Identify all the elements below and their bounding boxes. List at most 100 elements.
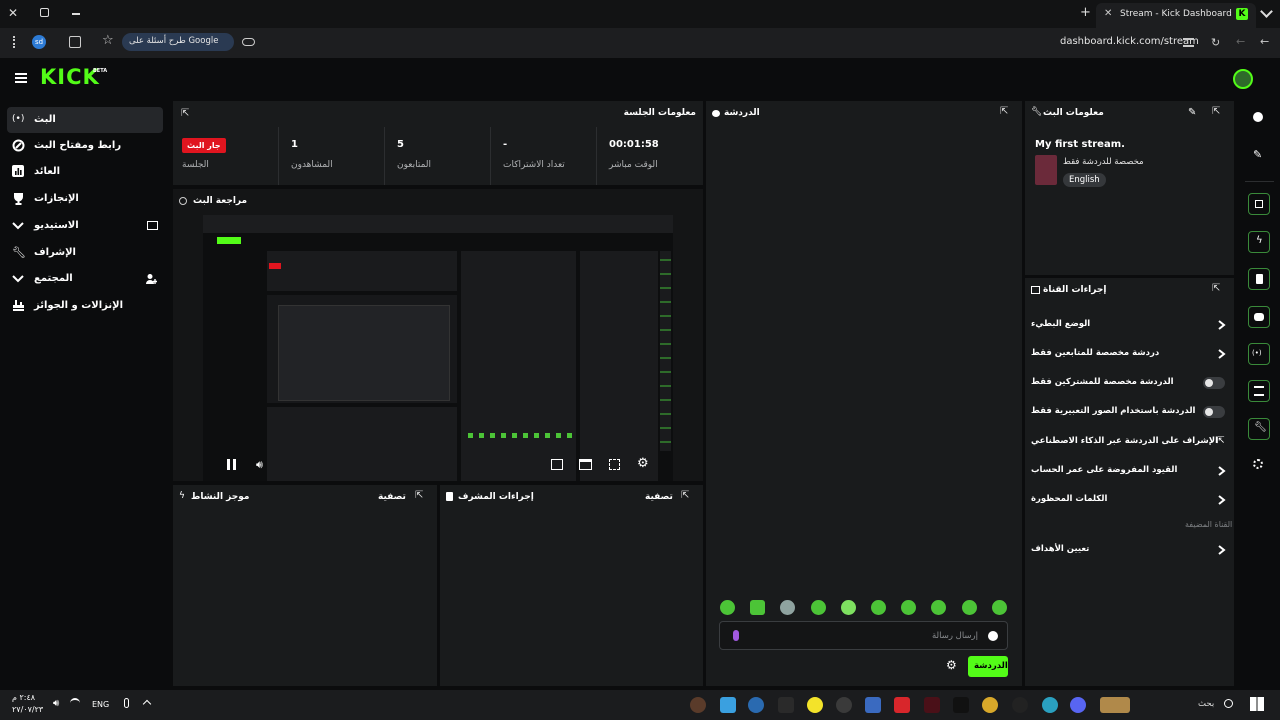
back-icon[interactable]: ← bbox=[1260, 35, 1269, 48]
expand-icon[interactable]: ⇱ bbox=[1212, 106, 1220, 117]
youtube-app-icon[interactable] bbox=[894, 697, 910, 713]
user-avatar[interactable] bbox=[1233, 69, 1253, 89]
hamburger-menu-icon[interactable] bbox=[15, 73, 27, 83]
slow-mode-row[interactable]: الوضع البطيء bbox=[1031, 311, 1227, 339]
expand-icon[interactable]: ⇱ bbox=[1000, 106, 1008, 117]
browser-tab[interactable]: ✕ Stream - Kick Dashboard K bbox=[1096, 3, 1256, 28]
sidebar-item-achievements[interactable]: الإنجازات bbox=[7, 186, 163, 212]
expand-icon[interactable]: ⇱ bbox=[415, 490, 423, 501]
volume-icon[interactable]: 🔊︎ bbox=[53, 698, 59, 709]
mic-icon[interactable] bbox=[733, 630, 739, 641]
emote-icon[interactable] bbox=[720, 600, 735, 615]
wifi-icon[interactable] bbox=[70, 698, 80, 708]
edge-browser-icon[interactable] bbox=[1042, 697, 1058, 713]
rail-button-chat[interactable] bbox=[1248, 306, 1270, 328]
profile-avatar[interactable]: sd bbox=[32, 35, 46, 49]
chat-send-button[interactable]: الدردشة bbox=[968, 656, 1008, 677]
window-minimize-button[interactable] bbox=[72, 13, 80, 15]
search-icon[interactable] bbox=[1224, 699, 1233, 708]
filter-button[interactable]: تصفية bbox=[378, 492, 406, 502]
rail-button-layout[interactable] bbox=[1248, 380, 1270, 402]
site-settings-icon[interactable] bbox=[242, 38, 255, 46]
google-search-chip[interactable]: طرح أسئلة على Google bbox=[122, 33, 234, 51]
rail-button-clip[interactable] bbox=[1248, 193, 1270, 215]
pause-icon[interactable] bbox=[227, 459, 236, 470]
emote-icon[interactable] bbox=[871, 600, 886, 615]
kick-logo[interactable]: KICK bbox=[40, 65, 100, 89]
volume-icon[interactable]: 🔊︎ bbox=[256, 458, 263, 472]
sidebar-item-stream-key[interactable]: رابط ومفتاح البث bbox=[7, 133, 163, 159]
obs-icon[interactable] bbox=[1012, 697, 1028, 713]
emote-icon[interactable] bbox=[750, 600, 765, 615]
expand-icon[interactable]: ⇱ bbox=[1212, 283, 1220, 294]
tune-icon[interactable] bbox=[1183, 38, 1194, 47]
tiktok-icon[interactable] bbox=[953, 697, 969, 713]
reload-icon[interactable]: ↻ bbox=[1211, 36, 1220, 49]
settings-gear-icon[interactable]: ⚙ bbox=[637, 456, 649, 471]
sidebar-item-revenue[interactable]: العائد bbox=[7, 159, 163, 185]
chat-input[interactable]: إرسال رسالة bbox=[719, 621, 1008, 650]
subscribers-only-toggle[interactable] bbox=[1203, 377, 1225, 389]
app-icon[interactable] bbox=[690, 697, 706, 713]
store-icon[interactable] bbox=[865, 697, 881, 713]
rail-button-doc[interactable] bbox=[1248, 268, 1270, 290]
new-tab-button[interactable]: + bbox=[1080, 5, 1091, 20]
edit-pencil-icon[interactable]: ✎ bbox=[1188, 107, 1196, 118]
game-app-icon[interactable] bbox=[1100, 697, 1130, 713]
forward-icon[interactable]: ← bbox=[1236, 35, 1245, 48]
window-close-button[interactable]: ✕ bbox=[8, 6, 18, 20]
edit-pencil-icon[interactable]: ✎ bbox=[1253, 148, 1262, 161]
apps-icon[interactable] bbox=[1253, 459, 1263, 469]
chat-settings-gear-icon[interactable]: ⚙ bbox=[946, 658, 957, 672]
rail-button-bolt[interactable]: ϟ bbox=[1248, 231, 1270, 253]
emote-icon[interactable] bbox=[811, 600, 826, 615]
sidebar-item-stream[interactable]: (•) البث bbox=[7, 107, 163, 133]
epic-games-icon[interactable] bbox=[778, 697, 794, 713]
expand-icon[interactable]: ⇱ bbox=[181, 108, 193, 120]
rail-button-broadcast[interactable]: (•) bbox=[1248, 343, 1270, 365]
pip-icon[interactable] bbox=[551, 459, 563, 470]
sidebar-item-community[interactable]: المجتمع bbox=[7, 266, 163, 292]
emoji-icon[interactable] bbox=[988, 631, 998, 641]
chrome-icon[interactable] bbox=[982, 697, 998, 713]
mic-icon[interactable] bbox=[124, 698, 129, 708]
address-url[interactable]: dashboard.kick.com/stream bbox=[1060, 36, 1199, 47]
emote-icon[interactable] bbox=[931, 600, 946, 615]
taskbar-search-label[interactable]: بحث bbox=[1198, 699, 1214, 709]
edge-app-icon[interactable] bbox=[748, 697, 764, 713]
files-app-icon[interactable] bbox=[720, 697, 736, 713]
emotes-only-toggle[interactable] bbox=[1203, 406, 1225, 418]
followers-only-row[interactable]: دردشة مخصصة للمتابعين فقط bbox=[1031, 340, 1227, 368]
account-age-row[interactable]: القيود المفروضة على عمر الحساب bbox=[1031, 457, 1227, 485]
bookmark-star-icon[interactable]: ☆ bbox=[102, 33, 114, 48]
emote-icon[interactable] bbox=[780, 600, 795, 615]
discord-icon[interactable] bbox=[1070, 697, 1086, 713]
ai-moderation-row[interactable]: الإشراف على الدردشة عبر الذكاء الاصطناعي… bbox=[1031, 428, 1227, 456]
window-maximize-button[interactable] bbox=[40, 8, 49, 17]
emote-icon[interactable] bbox=[841, 600, 856, 615]
banned-words-row[interactable]: الكلمات المحظورة bbox=[1031, 486, 1227, 514]
snapchat-icon[interactable] bbox=[807, 697, 823, 713]
fullscreen-icon[interactable] bbox=[609, 459, 620, 470]
steam-settings-icon[interactable] bbox=[836, 697, 852, 713]
menu-dots-icon[interactable] bbox=[13, 36, 15, 48]
emote-icon[interactable] bbox=[962, 600, 977, 615]
emote-icon[interactable] bbox=[901, 600, 916, 615]
set-goals-row[interactable]: تعيين الأهداف bbox=[1031, 536, 1227, 564]
tab-close-icon[interactable]: ✕ bbox=[1104, 8, 1112, 19]
filter-button[interactable]: تصفية bbox=[645, 492, 673, 502]
preview-video[interactable]: 🔊︎ ⚙ bbox=[203, 215, 673, 481]
tray-expand-icon[interactable] bbox=[142, 699, 152, 709]
emote-icon[interactable] bbox=[992, 600, 1007, 615]
windows-start-icon[interactable] bbox=[1250, 697, 1264, 711]
language-indicator[interactable]: ENG bbox=[92, 700, 109, 709]
rail-button-wrench[interactable]: 🔧︎ bbox=[1248, 418, 1270, 440]
adobe-app-icon[interactable] bbox=[924, 697, 940, 713]
sidebar-item-moderation[interactable]: 🔧︎ الإشراف bbox=[7, 240, 163, 266]
expand-icon[interactable]: ⇱ bbox=[681, 490, 689, 501]
extensions-icon[interactable] bbox=[69, 36, 81, 48]
theater-icon[interactable] bbox=[579, 459, 592, 470]
info-icon[interactable] bbox=[1253, 112, 1263, 122]
tab-search-icon[interactable] bbox=[1260, 5, 1273, 18]
sidebar-item-studio[interactable]: الاستيديو bbox=[7, 213, 163, 239]
